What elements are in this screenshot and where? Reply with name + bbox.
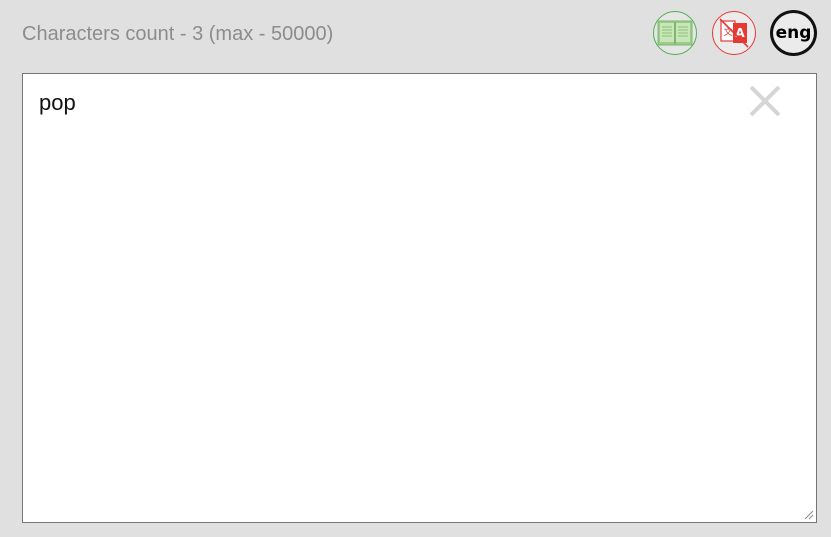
svg-text:A: A — [735, 26, 745, 40]
resize-handle-icon[interactable] — [802, 508, 814, 520]
character-count: Characters count - 3 (max - 50000) — [22, 23, 334, 45]
translate-disabled-icon: 文 A — [719, 18, 749, 48]
clear-text-button[interactable] — [748, 84, 782, 118]
dictionary-button[interactable] — [653, 11, 697, 55]
text-input-value: pop — [39, 90, 76, 115]
open-book-icon — [657, 20, 693, 46]
text-input-area[interactable]: pop — [22, 73, 817, 523]
language-label: eng — [775, 23, 812, 43]
translate-button[interactable]: 文 A — [712, 11, 756, 55]
language-toggle-button[interactable]: eng — [770, 10, 817, 56]
close-icon — [749, 85, 781, 117]
